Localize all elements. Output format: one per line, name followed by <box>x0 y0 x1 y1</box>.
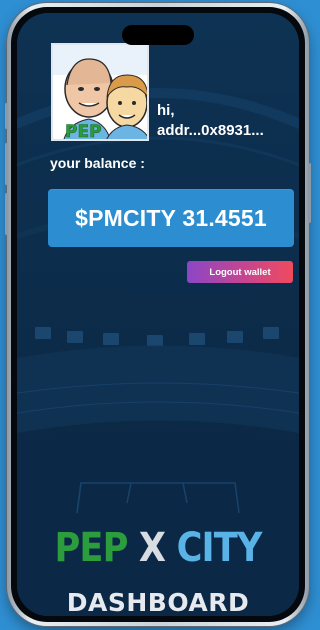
balance-card: $PMCITY 31.4551 <box>48 189 294 247</box>
brand-x: X <box>138 525 166 571</box>
greeting-hi: hi, <box>157 102 175 119</box>
volume-down-button <box>5 193 8 235</box>
greeting: hi, addr...0x8931... <box>157 101 264 141</box>
brand-pep: PEP <box>54 525 129 571</box>
brand-city: CITY <box>176 525 263 571</box>
volume-up-button <box>5 143 8 185</box>
avatar-badge-text: PEP <box>65 122 102 141</box>
dashboard-title: DASHBOARD <box>66 588 250 616</box>
phone-bezel: PEP hi, addr...0x8931... your balance : … <box>11 7 305 622</box>
balance-value: $PMCITY 31.4551 <box>75 204 267 231</box>
power-button <box>308 163 311 223</box>
app-screen: PEP hi, addr...0x8931... your balance : … <box>17 13 299 616</box>
phone-frame: PEP hi, addr...0x8931... your balance : … <box>5 3 311 626</box>
logout-wallet-button[interactable]: Logout wallet <box>187 261 293 283</box>
action-button <box>5 103 8 129</box>
cartoon-avatar-image: PEP <box>53 45 147 141</box>
avatar: PEP <box>51 43 149 141</box>
dynamic-island <box>122 25 194 45</box>
brand-logo: PEP X CITY <box>34 525 282 571</box>
balance-label: your balance : <box>50 155 145 171</box>
wallet-address: addr...0x8931... <box>157 122 264 139</box>
